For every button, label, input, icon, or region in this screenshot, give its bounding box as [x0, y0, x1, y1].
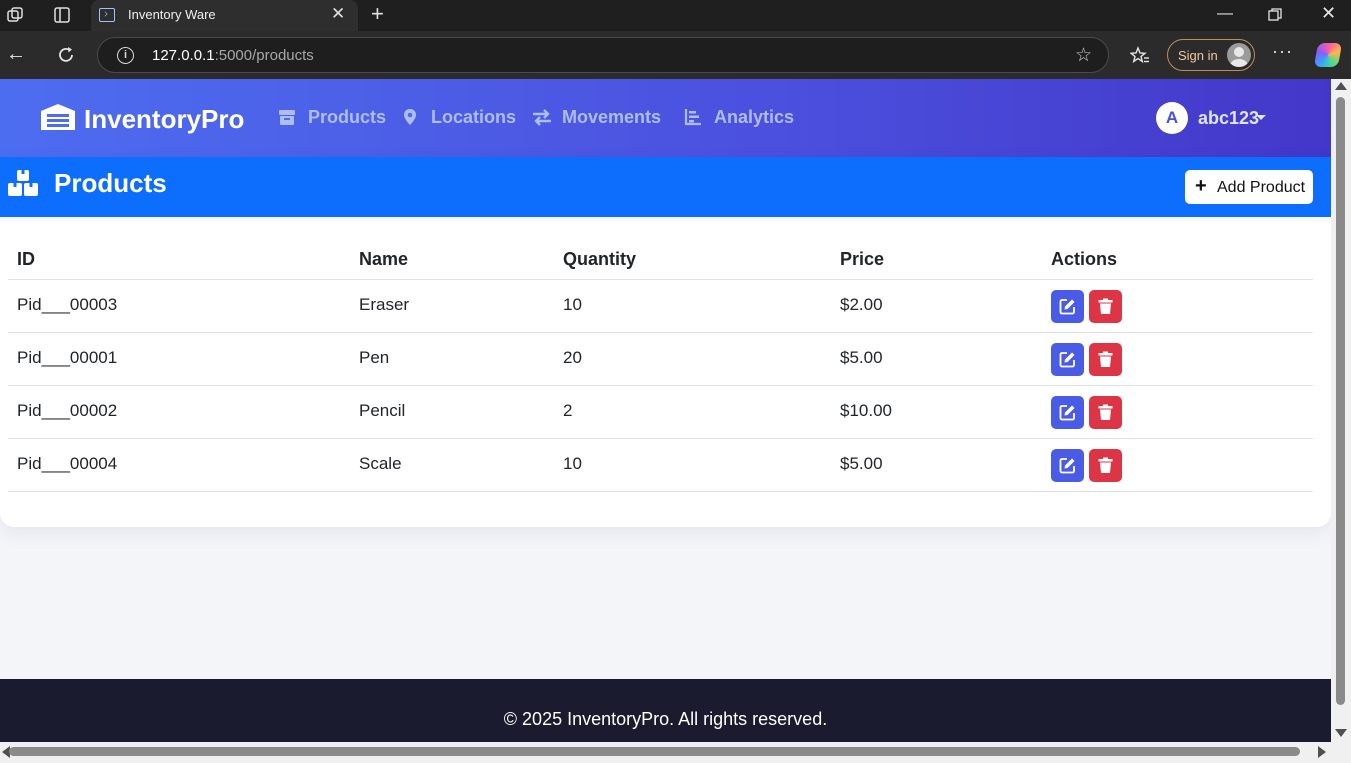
favorites-icon[interactable] — [1130, 46, 1150, 66]
scroll-up-icon[interactable] — [1335, 82, 1347, 90]
browser-tab[interactable]: Inventory Ware ✕ — [91, 0, 358, 31]
url-text: 127.0.0.1:5000/products — [152, 47, 314, 64]
table-row: Pid___00003 Eraser 10 $2.00 — [8, 280, 1313, 333]
favorite-star-icon[interactable]: ☆ — [1075, 44, 1092, 67]
close-window-icon[interactable]: ✕ — [1321, 3, 1336, 23]
tab-actions-icon[interactable] — [53, 6, 71, 24]
chart-icon — [684, 109, 701, 126]
card-header: Products + Add Product — [0, 157, 1331, 217]
column-header-id: ID — [17, 249, 35, 269]
footer-copyright: © 2025 InventoryPro. All rights reserved… — [503, 709, 828, 729]
warehouse-icon — [41, 104, 75, 130]
refresh-icon[interactable] — [56, 45, 76, 65]
cell-name: Scale — [359, 454, 402, 473]
delete-button[interactable] — [1089, 290, 1122, 323]
edit-button[interactable] — [1051, 343, 1084, 376]
table-row: Pid___00002 Pencil 2 $10.00 — [8, 386, 1313, 439]
exchange-icon — [533, 109, 551, 126]
cell-price: $5.00 — [840, 348, 883, 367]
cell-quantity: 10 — [563, 295, 582, 314]
delete-button[interactable] — [1089, 396, 1122, 429]
vertical-scroll-thumb[interactable] — [1336, 97, 1345, 705]
cell-name: Eraser — [359, 295, 410, 314]
page-viewport: InventoryPro Products Locations Movement… — [0, 79, 1331, 742]
restore-icon[interactable] — [1268, 8, 1282, 22]
edit-icon — [1059, 405, 1075, 421]
cell-id: Pid___00004 — [17, 454, 118, 473]
browser-titlebar: Inventory Ware ✕ + — ✕ — [0, 0, 1351, 31]
horizontal-scroll-thumb[interactable] — [9, 747, 1300, 756]
edit-button[interactable] — [1051, 396, 1084, 429]
scroll-right-icon[interactable] — [1318, 746, 1326, 758]
back-icon[interactable]: ← — [6, 43, 26, 65]
column-header-price: Price — [840, 249, 885, 269]
sign-in-button[interactable]: Sign in — [1167, 39, 1255, 71]
edit-button[interactable] — [1051, 449, 1084, 482]
cell-quantity: 10 — [563, 454, 582, 473]
edit-icon — [1059, 352, 1075, 368]
caret-down-icon — [1256, 115, 1266, 120]
profile-avatar-icon — [1227, 43, 1251, 67]
cell-id: Pid___00002 — [17, 401, 118, 420]
scroll-down-icon[interactable] — [1335, 729, 1347, 737]
add-product-button[interactable]: + Add Product — [1185, 170, 1313, 204]
box-icon — [279, 110, 295, 125]
workspaces-icon[interactable] — [6, 6, 24, 24]
delete-button[interactable] — [1089, 343, 1122, 376]
cell-price: $2.00 — [840, 295, 883, 314]
user-name: abc123 — [1198, 108, 1260, 128]
table-row: Pid___00004 Scale 10 $5.00 — [8, 439, 1313, 492]
edit-icon — [1059, 299, 1075, 315]
site-info-icon[interactable]: i — [117, 47, 134, 64]
edit-button[interactable] — [1051, 290, 1084, 323]
cell-id: Pid___00003 — [17, 295, 118, 314]
more-icon[interactable]: ··· — [1272, 41, 1293, 62]
trash-icon — [1098, 351, 1113, 367]
page-footer: © 2025 InventoryPro. All rights reserved… — [0, 679, 1331, 742]
trash-icon — [1098, 457, 1113, 473]
trash-icon — [1098, 298, 1113, 314]
tab-close-icon[interactable]: ✕ — [331, 5, 345, 23]
cell-quantity: 20 — [563, 348, 582, 367]
tab-title: Inventory Ware — [128, 7, 216, 22]
app-navbar: InventoryPro Products Locations Movement… — [0, 79, 1331, 157]
map-pin-icon — [404, 109, 416, 125]
column-header-name: Name — [359, 249, 409, 269]
brand-name: InventoryPro — [84, 104, 245, 134]
vertical-scrollbar[interactable] — [1331, 79, 1351, 742]
cell-quantity: 2 — [563, 401, 573, 420]
table-row: Pid___00001 Pen 20 $5.00 — [8, 333, 1313, 386]
column-header-quantity: Quantity — [563, 249, 637, 269]
copilot-icon[interactable] — [1313, 43, 1343, 67]
cell-name: Pen — [359, 348, 390, 367]
products-card: Products + Add Product ID Name Quantity … — [0, 157, 1331, 527]
minimize-icon[interactable]: — — [1217, 4, 1233, 24]
edit-icon — [1059, 458, 1075, 474]
cell-price: $10.00 — [840, 401, 892, 420]
boxes-icon — [8, 170, 38, 196]
cell-id: Pid___00001 — [17, 348, 118, 367]
column-header-actions: Actions — [1051, 249, 1118, 269]
trash-icon — [1098, 404, 1113, 420]
cell-name: Pencil — [359, 401, 406, 420]
plus-icon: + — [1195, 175, 1207, 197]
delete-button[interactable] — [1089, 449, 1122, 482]
user-menu-dropdown[interactable]: A abc123 — [1156, 102, 1276, 134]
user-avatar: A — [1156, 102, 1188, 134]
cell-price: $5.00 — [840, 454, 883, 473]
new-tab-icon[interactable]: + — [371, 3, 384, 25]
address-bar[interactable]: i 127.0.0.1:5000/products ☆ — [97, 37, 1109, 73]
page-title: Products — [54, 168, 167, 198]
browser-toolbar: ← i 127.0.0.1:5000/products ☆ Sign in ··… — [0, 31, 1351, 79]
tab-favicon-icon — [99, 8, 115, 22]
horizontal-scrollbar[interactable] — [0, 742, 1351, 763]
